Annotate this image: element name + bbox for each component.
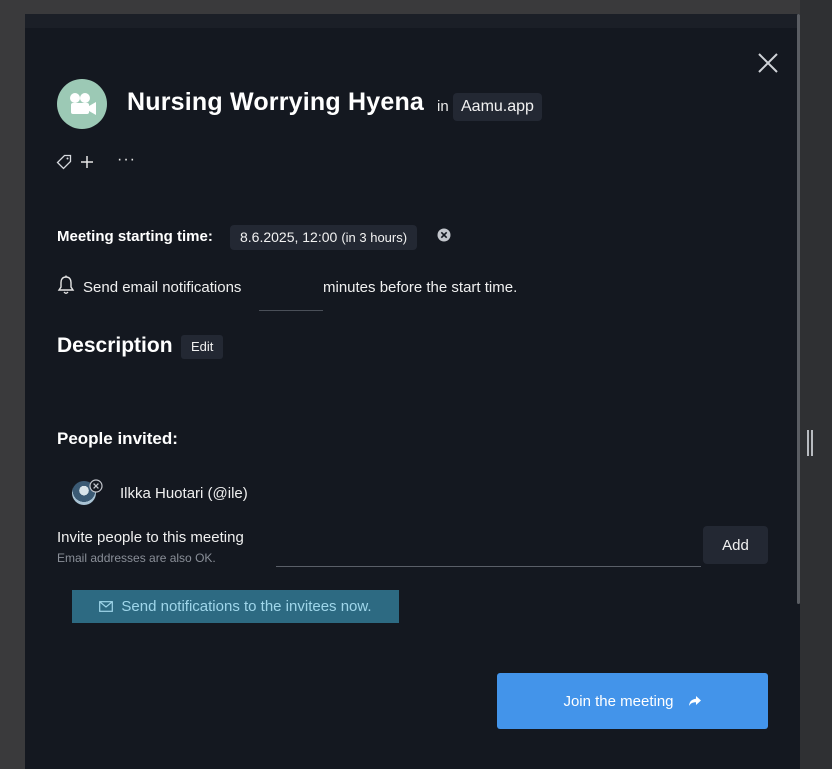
meeting-title[interactable]: Nursing Worrying Hyena [127,88,424,117]
video-camera-icon [70,93,96,115]
start-datetime: 8.6.2025, 12:00 [240,229,338,245]
invitee-name: Ilkka Huotari (@ile) [120,485,248,502]
workspace-chip[interactable]: Aamu.app [453,93,542,121]
bell-container [57,275,75,300]
invite-hint: Email addresses are also OK. [57,551,216,565]
close-icon [758,53,778,73]
bell-icon [57,275,75,294]
circle-x-icon [89,479,103,493]
invite-label: Invite people to this meeting [57,529,244,546]
join-meeting-button[interactable]: Join the meeting [497,673,768,729]
tag-row [56,152,102,172]
circle-x-icon [437,228,451,242]
invite-input[interactable] [276,528,701,567]
more-options-button[interactable]: ··· [117,151,136,169]
share-arrow-icon [688,696,701,706]
remove-invitee-button[interactable] [89,479,103,493]
side-gutter [800,0,832,769]
envelope-icon [99,601,114,612]
panel-resize-handle[interactable] [807,430,813,456]
start-time-chip[interactable]: 8.6.2025, 12:00 (in 3 hours) [230,225,418,250]
start-relative: (in 3 hours) [341,230,408,245]
clear-start-time-button[interactable] [437,228,451,242]
notification-text-before: Send email notifications [83,279,242,296]
close-button[interactable] [755,50,781,76]
edit-description-button[interactable]: Edit [181,335,224,359]
people-invited-heading: People invited: [57,429,178,448]
join-meeting-label: Join the meeting [563,692,674,710]
add-tag-button[interactable] [80,155,94,169]
add-invitee-button[interactable]: Add [703,526,768,564]
plus-icon [81,156,93,168]
start-time-label: Meeting starting time: [57,228,213,245]
tag-icon [56,154,72,170]
notification-minutes-input[interactable] [259,272,323,311]
notification-text-after: minutes before the start time. [323,279,518,296]
in-label: in [437,98,449,115]
room-avatar [57,79,107,129]
send-notifications-button[interactable]: Send notifications to the invitees now. [72,590,399,623]
tag-button[interactable] [56,154,72,170]
description-heading: Description [57,334,173,357]
meeting-modal [25,14,800,769]
modal-scrollbar[interactable] [797,14,800,604]
modal-top-strip [25,14,800,28]
send-notifications-label: Send notifications to the invitees now. [121,598,372,615]
